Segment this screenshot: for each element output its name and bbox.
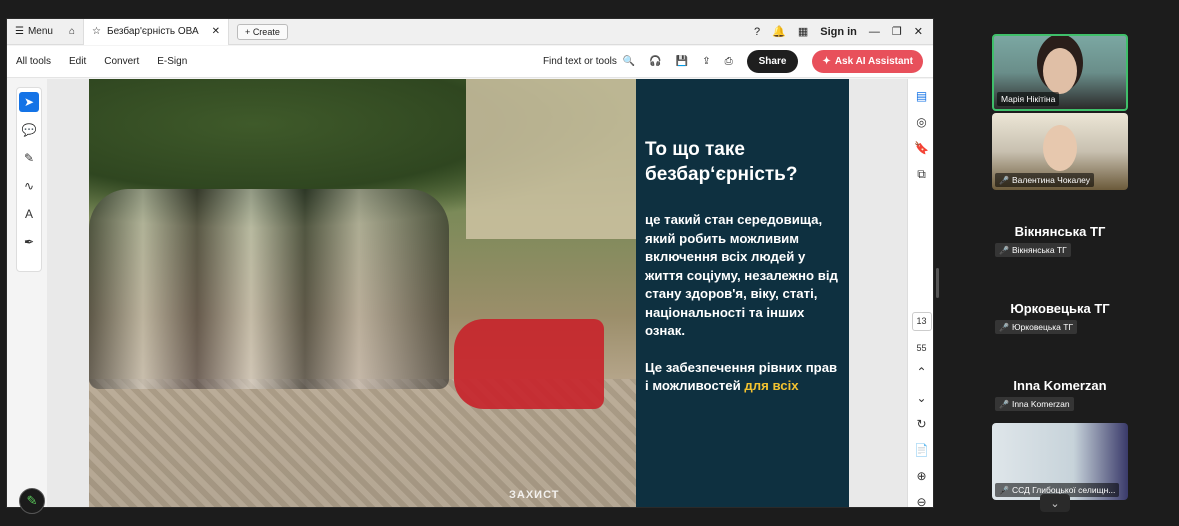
toolbar-item-esign[interactable]: E-Sign xyxy=(148,56,196,67)
share-button[interactable]: Share xyxy=(746,50,799,73)
slide-heading: То що таке безбар‘єрність? xyxy=(645,139,798,185)
left-tool-rail: ➤ 💬 ✎ ∿ A ✒ xyxy=(16,87,42,272)
document-canvas[interactable]: ЗАХИСТ То що таке безбар‘єрність? це так… xyxy=(47,79,933,507)
mic-off-icon: 🎤 xyxy=(999,245,1009,255)
participants-panel: Марія Нікітіна 🎤 Валентина Чокалеу Вікня… xyxy=(992,34,1130,502)
close-window-icon[interactable]: ✕ xyxy=(914,25,923,38)
slide-paragraph-1: це такий стан середовища, який робить мо… xyxy=(645,212,838,338)
hamburger-icon: ☰ xyxy=(15,26,24,37)
toolbar-item-all-tools[interactable]: All tools xyxy=(7,56,60,67)
create-button[interactable]: + Create xyxy=(237,23,288,40)
photo-people xyxy=(89,189,449,389)
comment-panel-icon[interactable]: ◎ xyxy=(916,115,926,129)
tab-title: Безбар'єрність ОВА xyxy=(107,26,199,37)
draw-loop-icon[interactable]: ∿ xyxy=(19,176,39,196)
mic-off-icon: 🎤 xyxy=(999,485,1009,495)
plus-icon: + xyxy=(245,26,251,37)
help-icon[interactable]: ? xyxy=(754,26,760,38)
read-aloud-icon[interactable]: 🎧 xyxy=(649,56,661,67)
slide-paragraph-2: Це забезпечення рівних прав і можливосте… xyxy=(645,359,838,394)
title-bar: ☰ Menu ⌂ ☆ Безбар'єрність ОВА ✕ + Create… xyxy=(7,19,933,45)
rotate-icon[interactable]: ↻ xyxy=(916,417,926,431)
print-icon[interactable]: ⎙ xyxy=(725,56,733,67)
chevron-down-icon[interactable]: ⌄ xyxy=(916,391,926,405)
chevron-up-icon[interactable]: ⌃ xyxy=(916,365,926,379)
zoom-out-icon[interactable]: ⊖ xyxy=(916,495,926,507)
titlebar-right: ? 🔔 ▦ Sign in — ❐ ✕ xyxy=(754,25,933,39)
participant-name-tag: 🎤 Юрковецька ТГ xyxy=(995,320,1078,334)
main-toolbar: All tools Edit Convert E-Sign Find text … xyxy=(7,46,933,78)
toolbar-item-convert[interactable]: Convert xyxy=(95,56,148,67)
apps-grid-icon[interactable]: ▦ xyxy=(798,25,808,38)
toolbar-item-edit[interactable]: Edit xyxy=(60,56,95,67)
minimize-icon[interactable]: — xyxy=(869,26,880,38)
copy-pages-icon[interactable]: ⧉ xyxy=(917,167,926,182)
participant-name-tag: 🎤 Inna Komerzan xyxy=(995,397,1074,411)
participant-video xyxy=(1043,125,1077,171)
select-cursor-icon[interactable]: ➤ xyxy=(19,92,39,112)
text-box-icon[interactable]: A xyxy=(19,204,39,224)
photo-scooter xyxy=(454,319,604,409)
ai-summary-icon[interactable]: ▤ xyxy=(916,89,927,103)
ask-ai-button[interactable]: ✦ Ask AI Assistant xyxy=(812,50,923,73)
star-icon[interactable]: ☆ xyxy=(92,26,101,37)
pencil-icon: ✎ xyxy=(26,493,38,508)
close-tab-icon[interactable]: ✕ xyxy=(212,26,220,37)
bell-icon[interactable]: 🔔 xyxy=(772,25,786,38)
participant-tile[interactable]: 🎤 Валентина Чокалеу xyxy=(992,113,1128,190)
right-tool-rail: ▤ ◎ 🔖 ⧉ 13 55 ⌃ ⌄ ↻ 📄 ⊕ ⊖ xyxy=(907,79,933,507)
save-icon[interactable]: 💾 xyxy=(676,56,688,67)
home-button[interactable]: ⌂ xyxy=(61,19,83,45)
menu-button[interactable]: ☰ Menu xyxy=(7,19,61,45)
pdf-viewer-window: ☰ Menu ⌂ ☆ Безбар'єрність ОВА ✕ + Create… xyxy=(6,18,934,508)
ai-chat-icon: ✦ xyxy=(822,56,831,67)
slide-text-panel: То що таке безбар‘єрність? це такий стан… xyxy=(636,79,849,507)
sign-in-link[interactable]: Sign in xyxy=(820,26,857,38)
zoom-in-icon[interactable]: ⊕ xyxy=(916,469,926,483)
edit-pencil-button[interactable]: ✎ xyxy=(19,488,45,514)
bookmark-icon[interactable]: 🔖 xyxy=(914,141,929,155)
comment-icon[interactable]: 💬 xyxy=(19,120,39,140)
participant-name-tag: 🎤 Вікнянська ТГ xyxy=(995,243,1071,257)
group-photo: ЗАХИСТ xyxy=(89,79,636,507)
extract-page-icon[interactable]: 📄 xyxy=(914,443,929,457)
page-total: 55 xyxy=(916,343,927,353)
highlighter-icon[interactable]: ✎ xyxy=(19,148,39,168)
photo-building xyxy=(466,79,636,239)
slide-page: ЗАХИСТ То що таке безбар‘єрність? це так… xyxy=(89,79,849,507)
page-number-input[interactable]: 13 xyxy=(911,311,932,331)
participant-tile[interactable]: Вікнянська ТГ 🎤 Вікнянська ТГ xyxy=(992,192,1128,269)
participant-name-tag: 🎤 Валентина Чокалеу xyxy=(995,173,1095,187)
participant-tile[interactable]: Марія Нікітіна xyxy=(992,34,1128,111)
participant-tile[interactable]: Inna Komerzan 🎤 Inna Komerzan xyxy=(992,346,1128,423)
mic-off-icon: 🎤 xyxy=(999,175,1009,185)
maximize-icon[interactable]: ❐ xyxy=(892,25,902,38)
mic-off-icon: 🎤 xyxy=(999,322,1009,332)
participant-title: Inna Komerzan xyxy=(1013,378,1107,393)
document-tab[interactable]: ☆ Безбар'єрність ОВА ✕ xyxy=(83,19,230,45)
home-icon: ⌂ xyxy=(68,26,76,37)
search-icon: 🔍 xyxy=(622,56,636,67)
highlight-text: для всіх xyxy=(744,378,799,393)
participant-title: Вікнянська ТГ xyxy=(1014,224,1106,239)
stamp-icon[interactable]: ✒ xyxy=(19,232,39,252)
participant-title: Юрковецька ТГ xyxy=(1010,301,1110,316)
panel-resize-handle[interactable] xyxy=(936,268,939,298)
toolbar-right: Find text or tools 🔍 🎧 💾 ⇪ ⎙ Share ✦ Ask… xyxy=(543,50,933,73)
participant-tile[interactable]: 🎤 ССД Глибоцької селищн... xyxy=(992,423,1128,500)
mic-off-icon: 🎤 xyxy=(999,399,1009,409)
participant-name-tag: Марія Нікітіна xyxy=(997,92,1060,106)
find-text-button[interactable]: Find text or tools 🔍 xyxy=(543,56,635,67)
participant-tile[interactable]: Юрковецька ТГ 🎤 Юрковецька ТГ xyxy=(992,269,1128,346)
photo-logo: ЗАХИСТ xyxy=(509,489,560,501)
scroll-participants-down-button[interactable]: ⌄ xyxy=(1040,494,1070,512)
upload-icon[interactable]: ⇪ xyxy=(702,56,710,67)
chevron-down-icon: ⌄ xyxy=(1050,497,1060,510)
participant-video xyxy=(1043,48,1077,94)
